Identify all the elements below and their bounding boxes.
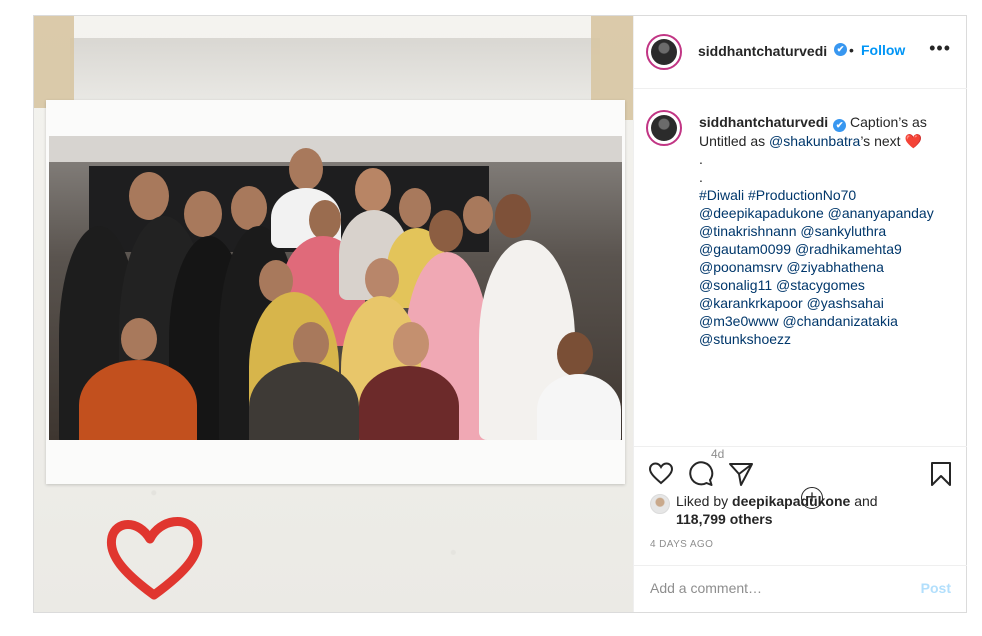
drawn-heart-icon — [106, 517, 203, 600]
person-head — [557, 332, 593, 376]
liked-by-prefix: Liked by — [676, 493, 733, 509]
mention-line[interactable]: @karankrkapoor @yashsahai — [699, 294, 959, 312]
photo-wall — [49, 136, 622, 162]
person-figure — [79, 360, 197, 440]
caption-suffix: ’s next — [860, 133, 905, 149]
photo-strip-top — [70, 38, 600, 100]
person-head — [399, 188, 431, 228]
comment-icon[interactable] — [688, 461, 714, 487]
person-head — [129, 172, 169, 220]
person-head — [289, 148, 323, 190]
comment-row: Post — [634, 565, 967, 614]
caption-username[interactable]: siddhantchaturvedi — [699, 114, 828, 130]
caption-text: siddhantchaturvedi ✔ Caption’s as Untitle… — [699, 113, 959, 348]
mention-link[interactable]: @shakunbatra — [769, 133, 860, 149]
post-comment-button[interactable]: Post — [921, 580, 951, 596]
comment-input[interactable] — [650, 580, 900, 596]
mention-line[interactable]: @m3e0www @chandanizatakia — [699, 312, 959, 330]
red-heart-emoji: ❤️ — [904, 133, 922, 149]
header-separator: • — [849, 42, 854, 58]
caption-dot: . — [699, 169, 703, 185]
follow-button[interactable]: Follow — [861, 42, 905, 58]
person-head — [231, 186, 267, 230]
mention-line[interactable]: @sonalig11 @stacygomes — [699, 276, 959, 294]
post-image[interactable] — [34, 16, 633, 612]
more-options-icon[interactable]: ••• — [929, 38, 951, 59]
paper-plane-icon[interactable] — [728, 461, 754, 487]
post-actions: Liked by deepikapadukone and 118,799 oth… — [634, 446, 967, 613]
caption-verified-icon: ✔ — [833, 119, 847, 132]
person-head — [293, 322, 329, 366]
tape-left — [34, 16, 74, 108]
post-sidebar: siddhantchaturvedi ✔ • Follow ••• siddha… — [633, 16, 967, 612]
person-figure — [359, 366, 459, 440]
mention-line[interactable]: @stunkshoezz — [699, 330, 959, 348]
likes-summary: Liked by deepikapadukone and 118,799 oth… — [676, 492, 878, 528]
heart-icon[interactable] — [648, 461, 674, 487]
mention-line[interactable]: @tinakrishnann @sankyluthra — [699, 222, 959, 240]
person-head — [429, 210, 463, 252]
verified-badge-icon: ✔ — [834, 43, 847, 56]
person-head — [355, 168, 391, 212]
liker-avatar[interactable] — [650, 494, 670, 514]
mention-line[interactable]: @poonamsrv @ziyabhathena — [699, 258, 959, 276]
instagram-post: siddhantchaturvedi ✔ • Follow ••• siddha… — [33, 15, 967, 613]
person-head — [184, 191, 222, 237]
mention-line[interactable]: @deepikapadukone @ananyapanday — [699, 204, 959, 222]
author-avatar[interactable] — [646, 34, 682, 70]
person-head — [495, 194, 531, 238]
person-head — [365, 258, 399, 300]
post-header: siddhantchaturvedi ✔ • Follow ••• — [634, 16, 967, 89]
liked-by-and: and — [850, 493, 878, 509]
person-head — [121, 318, 157, 360]
person-head — [309, 200, 341, 240]
liked-by-user[interactable]: deepikapadukone — [732, 493, 850, 509]
person-head — [393, 322, 429, 366]
person-head — [463, 196, 493, 234]
hashtag-line[interactable]: #Diwali #ProductionNo70 — [699, 186, 959, 204]
mention-line[interactable]: @gautam0099 @radhikamehta9 — [699, 240, 959, 258]
person-figure — [537, 374, 621, 440]
caption-dot: . — [699, 151, 703, 167]
polaroid-frame — [46, 100, 625, 484]
post-timestamp[interactable]: 4 DAYS AGO — [650, 539, 713, 550]
likes-others-count[interactable]: 118,799 others — [676, 511, 773, 527]
bookmark-icon[interactable] — [928, 461, 954, 487]
author-username[interactable]: siddhantchaturvedi — [698, 43, 827, 59]
group-photo — [49, 136, 622, 440]
caption-avatar[interactable] — [646, 110, 682, 146]
